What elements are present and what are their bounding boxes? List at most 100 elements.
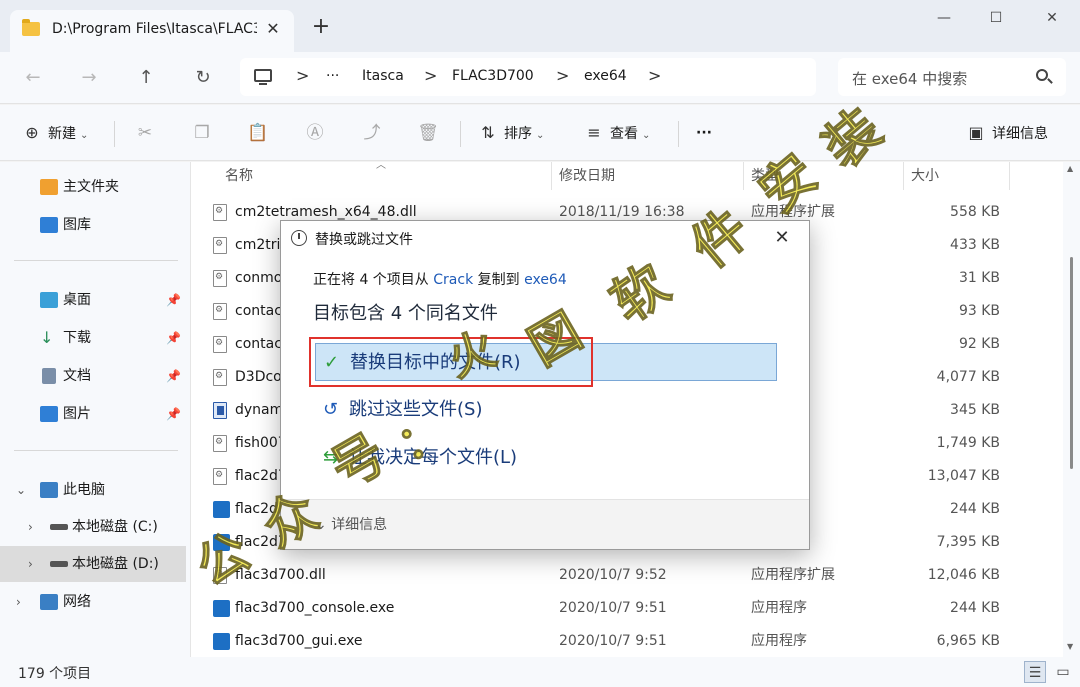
copy-summary-prefix: 正在将 4 个项目从 — [313, 272, 434, 288]
pin-icon[interactable]: 📌 — [166, 320, 181, 356]
dll-file-icon — [213, 270, 227, 287]
dll-file-icon — [213, 303, 227, 320]
pin-icon[interactable]: 📌 — [166, 358, 181, 394]
chevron-right-icon[interactable]: › — [28, 546, 33, 582]
column-header-size[interactable]: 大小 — [911, 162, 939, 190]
file-type: 应用程序 — [751, 633, 807, 649]
column-divider[interactable] — [551, 162, 552, 190]
divider — [14, 450, 178, 451]
dll-file-icon — [213, 468, 227, 485]
dll-file-icon — [213, 336, 227, 353]
sort-icon: ⇅ — [481, 123, 495, 142]
sort-button[interactable]: ⇅ 排序 ⌄ — [478, 119, 544, 147]
divider — [460, 121, 461, 147]
compare-files-icon: ⇆ — [323, 447, 339, 468]
navigation-bar: ← → ↑ ↻ > ··· Itasca > FLAC3D700 > exe64… — [0, 52, 1080, 104]
explorer-tab[interactable]: D:\Program Files\Itasca\FLAC3D700 ✕ — [10, 10, 294, 52]
tiles-view-button[interactable]: ▭ — [1052, 661, 1074, 683]
close-window-button[interactable]: ✕ — [1038, 6, 1066, 30]
column-divider[interactable] — [903, 162, 904, 190]
pin-icon[interactable]: 📌 — [166, 396, 181, 432]
dialog-close-button[interactable]: ✕ — [769, 225, 795, 251]
back-button[interactable]: ← — [18, 64, 48, 92]
file-row[interactable]: flac3d700_console.exe 2020/10/7 9:51 应用程序 2… — [191, 592, 1063, 625]
sidebar-item-this-pc[interactable]: ⌄ 此电脑 — [0, 472, 186, 508]
delete-icon[interactable]: 🗑 — [416, 121, 440, 145]
source-folder-link[interactable]: Crack — [433, 272, 473, 288]
pin-icon[interactable]: 📌 — [166, 282, 181, 318]
sidebar-item-drive-d[interactable]: › 本地磁盘 (D:) — [0, 546, 186, 582]
file-date: 2020/10/7 9:51 — [559, 600, 667, 616]
column-divider[interactable] — [743, 162, 744, 190]
sidebar-item-desktop[interactable]: 桌面 📌 — [0, 282, 186, 318]
skip-files-option[interactable]: ↺ 跳过这些文件(S) — [315, 391, 777, 429]
scroll-up-icon[interactable]: ▲ — [1067, 164, 1073, 173]
sidebar-item-documents[interactable]: 文档 📌 — [0, 358, 186, 394]
sidebar-item-label: 此电脑 — [63, 482, 105, 498]
dialog-title: 替换或跳过文件 — [315, 232, 413, 248]
breadcrumb-overflow[interactable]: ··· — [326, 68, 339, 84]
sort-label: 排序 — [504, 126, 532, 142]
scroll-down-icon[interactable]: ▼ — [1067, 642, 1073, 651]
column-divider[interactable] — [1009, 162, 1010, 190]
details-view-button[interactable]: ☰ — [1024, 661, 1046, 683]
more-options-button[interactable]: ··· — [696, 119, 712, 147]
new-tab-button[interactable]: + — [308, 14, 334, 40]
breadcrumb-flac3d700[interactable]: FLAC3D700 — [452, 68, 534, 84]
divider — [114, 121, 115, 147]
paste-icon[interactable]: 📋 — [246, 121, 270, 145]
file-date: 2020/10/7 9:52 — [559, 567, 667, 583]
sidebar-item-pictures[interactable]: 图片 📌 — [0, 396, 186, 432]
target-folder-link[interactable]: exe64 — [524, 272, 567, 288]
address-bar[interactable]: > ··· Itasca > FLAC3D700 > exe64 > — [240, 58, 816, 96]
breadcrumb-exe64[interactable]: exe64 — [584, 68, 627, 84]
new-button[interactable]: ⊕ 新建 ⌄ — [22, 119, 88, 147]
file-size: 7,395 KB — [936, 534, 1000, 550]
forward-button[interactable]: → — [74, 64, 104, 92]
share-icon[interactable]: ⤴ — [360, 121, 384, 145]
sidebar-item-label: 下载 — [63, 330, 91, 346]
minimize-button[interactable]: — — [930, 6, 958, 30]
details-pane-button[interactable]: ▣ 详细信息 — [966, 119, 1048, 147]
drive-icon — [50, 524, 68, 530]
chevron-down-icon: ⌄ — [642, 130, 651, 141]
copy-icon[interactable]: ❐ — [190, 121, 214, 145]
cut-icon[interactable]: ✂ — [133, 121, 157, 145]
rename-icon[interactable]: Ⓐ — [303, 121, 327, 145]
breadcrumb-separator: > — [424, 66, 438, 85]
dll-file-icon — [213, 204, 227, 221]
file-size: 1,749 KB — [936, 435, 1000, 451]
file-row[interactable]: flac3d700.dll 2020/10/7 9:52 应用程序扩展 12,046 … — [191, 559, 1063, 592]
decide-each-file-option[interactable]: ⇆ 让我决定每个文件(L) — [315, 439, 777, 477]
vertical-scrollbar[interactable]: ▲ ▼ — [1063, 162, 1080, 657]
close-tab-button[interactable]: ✕ — [262, 18, 284, 40]
sidebar-item-downloads[interactable]: ↓ 下载 📌 — [0, 320, 186, 356]
file-size: 12,046 KB — [927, 567, 1000, 583]
file-size: 558 KB — [950, 204, 1000, 220]
view-button[interactable]: ≡ 查看 ⌄ — [584, 119, 650, 147]
column-header-name[interactable]: 名称 — [225, 162, 253, 190]
search-box[interactable]: 在 exe64 中搜索 — [838, 58, 1066, 96]
chevron-right-icon[interactable]: › — [16, 584, 21, 620]
dialog-heading: 目标包含 4 个同名文件 — [313, 303, 498, 324]
column-header-type[interactable]: 类型 — [751, 162, 779, 190]
chevron-down-icon[interactable]: ⌄ — [16, 472, 26, 508]
this-pc-icon — [40, 482, 58, 498]
scrollbar-thumb[interactable] — [1070, 257, 1073, 469]
sidebar-item-home[interactable]: 主文件夹 — [0, 169, 186, 205]
breadcrumb-itasca[interactable]: Itasca — [362, 68, 404, 84]
sidebar-item-gallery[interactable]: 图库 — [0, 207, 186, 243]
sidebar-item-drive-c[interactable]: › 本地磁盘 (C:) — [0, 509, 186, 545]
more-details-toggle[interactable]: ⌄ 详细信息 — [315, 514, 387, 534]
column-header-date[interactable]: 修改日期 — [559, 162, 615, 190]
file-size: 433 KB — [950, 237, 1000, 253]
dll-file-icon — [213, 567, 227, 584]
clock-icon — [291, 230, 307, 246]
sidebar-item-network[interactable]: › 网络 — [0, 584, 186, 620]
file-row[interactable]: flac3d700_gui.exe 2020/10/7 9:51 应用程序 6,965… — [191, 625, 1063, 658]
chevron-right-icon[interactable]: › — [28, 509, 33, 545]
refresh-button[interactable]: ↻ — [188, 64, 218, 92]
file-size: 6,965 KB — [936, 633, 1000, 649]
up-button[interactable]: ↑ — [131, 64, 161, 92]
maximize-button[interactable]: ☐ — [982, 6, 1010, 30]
